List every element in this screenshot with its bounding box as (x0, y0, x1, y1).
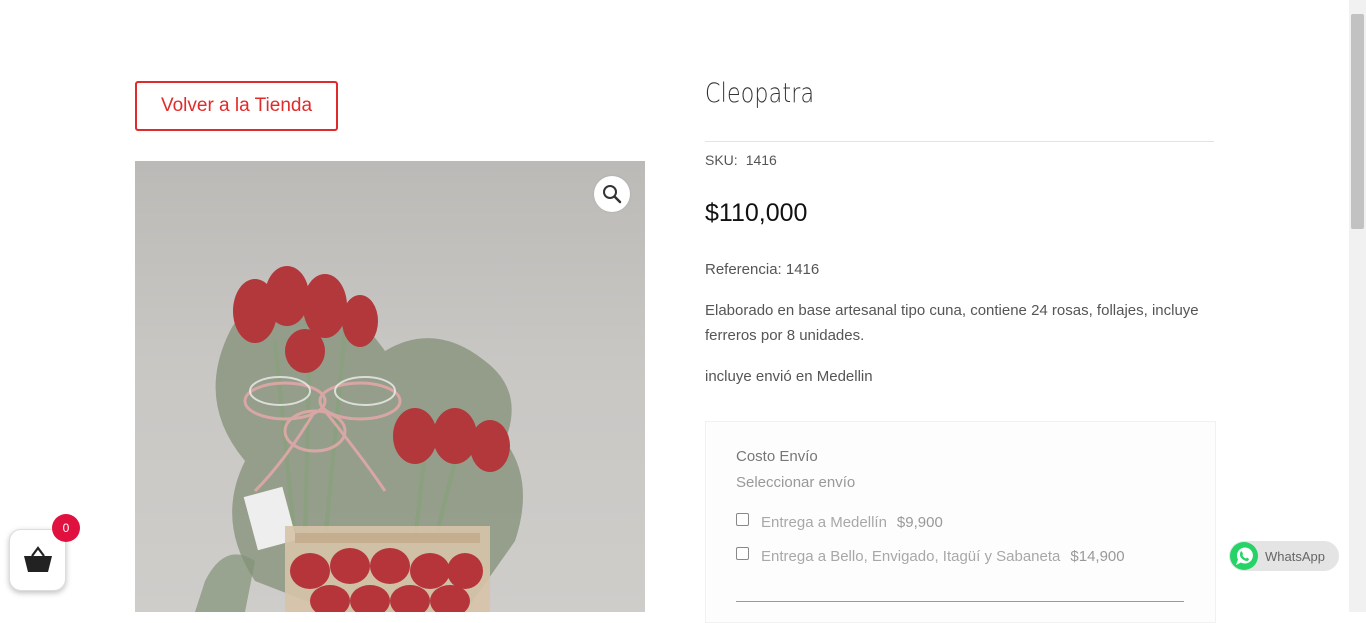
whatsapp-button[interactable]: WhatsApp (1229, 541, 1339, 571)
sku-value: 1416 (745, 152, 777, 168)
product-price: $110,000 (705, 199, 808, 227)
title-divider (705, 141, 1214, 142)
shipping-option-checkbox[interactable] (736, 547, 749, 560)
product-description: Elaborado en base artesanal tipo cuna, c… (705, 302, 1199, 344)
shipping-note: incluye envió en Medellin (705, 368, 873, 385)
sku-row: SKU: 1416 (705, 152, 777, 168)
shipping-option-medellin[interactable]: Entrega a Medellín $9,900 (736, 513, 943, 531)
whatsapp-icon (1230, 542, 1258, 570)
shipping-subtitle: Seleccionar envío (736, 474, 856, 491)
shipping-option-area[interactable]: Entrega a Bello, Envigado, Itagüí y Saba… (736, 547, 1125, 565)
page-scrollbar[interactable] (1349, 0, 1366, 612)
sku-label: SKU: (705, 152, 738, 168)
shipping-option-price: $9,900 (896, 514, 943, 531)
zoom-button[interactable] (594, 176, 630, 212)
shipping-option-label: Entrega a Medellín (761, 514, 887, 531)
cart-count-badge: 0 (52, 514, 80, 542)
shipping-title: Costo Envío (736, 448, 818, 465)
scrollbar-thumb[interactable] (1351, 14, 1364, 229)
shipping-option-label: Entrega a Bello, Envigado, Itagüí y Saba… (761, 548, 1061, 565)
back-to-shop-button[interactable]: Volver a la Tienda (135, 81, 338, 131)
rose-arrangement-photo (195, 266, 523, 612)
shipping-option-price: $14,900 (1070, 548, 1125, 565)
shipping-options-box: Costo Envío Seleccionar envío Entrega a … (705, 421, 1216, 623)
magnifier-icon (603, 185, 622, 204)
product-image[interactable] (135, 161, 645, 612)
basket-icon (23, 546, 52, 572)
product-title: Cleopatra (705, 78, 815, 109)
shipping-option-checkbox[interactable] (736, 513, 749, 526)
product-reference: Referencia: 1416 (705, 261, 820, 278)
field-underline (736, 601, 1184, 602)
whatsapp-label: WhatsApp (1265, 548, 1325, 564)
